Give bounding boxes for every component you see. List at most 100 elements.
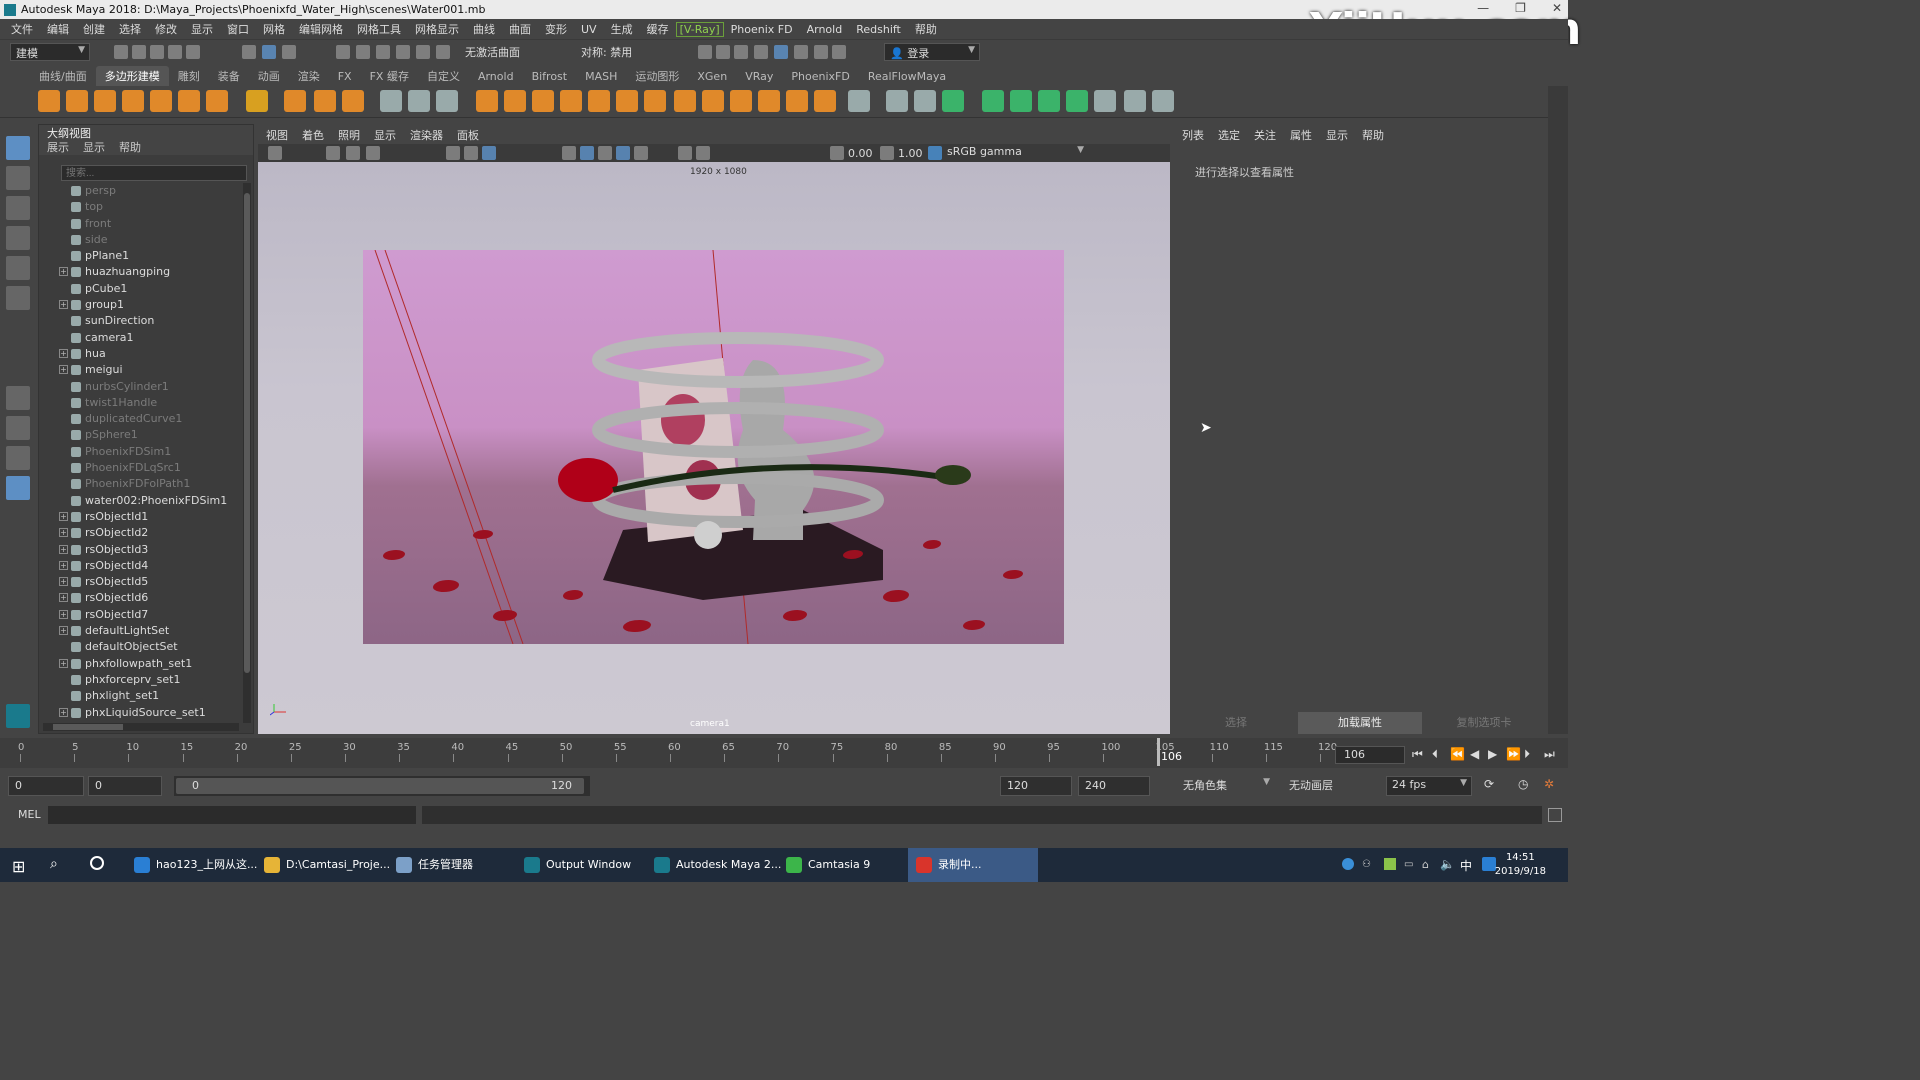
outliner-layout-icon[interactable]	[6, 476, 30, 500]
playback-start-field[interactable]: 0	[88, 776, 162, 796]
attr-menu-selected[interactable]: 选定	[1218, 127, 1240, 142]
svg-icon[interactable]	[342, 90, 364, 112]
snap-view-plane-icon[interactable]	[396, 45, 410, 59]
time-slider[interactable]: 0 5 10 15 20 25 30 35 40 45 50 55 60 65 70 75 80 85 90 95 10…	[0, 738, 1568, 768]
play-backwards-icon[interactable]: ◀	[1470, 747, 1479, 761]
outliner-menu-display[interactable]: 展示	[47, 139, 69, 155]
outliner-item[interactable]: phxforceprv_set1	[39, 672, 245, 688]
cone-icon[interactable]	[122, 90, 144, 112]
target-weld-icon[interactable]	[702, 90, 724, 112]
menu-item[interactable]: Redshift	[849, 23, 908, 36]
open-scene-icon[interactable]	[132, 45, 146, 59]
outliner-item[interactable]: camera1	[39, 330, 245, 346]
shelf-tab[interactable]: MASH	[576, 68, 626, 85]
script-type-label[interactable]: MEL	[18, 808, 41, 821]
render-settings-icon[interactable]	[734, 45, 748, 59]
outliner-menu-help[interactable]: 帮助	[119, 139, 141, 155]
taskbar-app-button[interactable]: Camtasia 9	[778, 848, 902, 882]
outliner-item[interactable]: water002:PhoenixFDSim1	[39, 493, 245, 509]
outliner-item[interactable]: + huazhuangping	[39, 264, 245, 280]
boolean-icon[interactable]	[476, 90, 498, 112]
ipr-render-icon[interactable]	[716, 45, 730, 59]
outliner-horizontal-scrollbar[interactable]	[43, 723, 239, 731]
go-to-end-icon[interactable]: ⏭	[1544, 747, 1555, 762]
snap-curve-icon[interactable]	[356, 45, 370, 59]
expand-icon[interactable]: +	[59, 365, 68, 375]
shelf-tab[interactable]: 多边形建模	[95, 66, 169, 86]
cylinder-icon[interactable]	[94, 90, 116, 112]
taskbar-app-button[interactable]: 任务管理器	[388, 848, 510, 882]
select-tool-icon[interactable]	[6, 136, 30, 160]
torus-icon[interactable]	[150, 90, 172, 112]
menu-item[interactable]: 窗口	[220, 21, 256, 37]
menu-item[interactable]: 网格显示	[408, 21, 466, 37]
outliner-item[interactable]: + phxfollowpath_set1	[39, 656, 245, 672]
slide-icon[interactable]	[914, 90, 936, 112]
outliner-item[interactable]: + rsObjectId5	[39, 574, 245, 590]
fill-hole-icon[interactable]	[588, 90, 610, 112]
quad-draw-icon[interactable]	[848, 90, 870, 112]
attr-menu-list[interactable]: 列表	[1182, 127, 1204, 142]
scene-end-field[interactable]: 240	[1078, 776, 1150, 796]
outliner-item[interactable]: twist1Handle	[39, 395, 245, 411]
shelf-tab[interactable]: 装备	[209, 66, 249, 86]
scene-start-field[interactable]: 0	[8, 776, 84, 796]
outliner-item[interactable]: defaultObjectSet	[39, 639, 245, 655]
bevel-icon[interactable]	[560, 90, 582, 112]
snap-surface-icon[interactable]	[436, 45, 450, 59]
grid-toggle-icon[interactable]	[446, 146, 460, 160]
render-current-frame-icon[interactable]	[698, 45, 712, 59]
tray-app-icon[interactable]	[1342, 858, 1354, 870]
snap-grid-icon[interactable]	[336, 45, 350, 59]
ime-indicator[interactable]: 中	[1460, 857, 1472, 874]
type-icon[interactable]	[314, 90, 336, 112]
viewport-menu-view[interactable]: 视图	[266, 127, 288, 143]
expand-icon[interactable]: +	[59, 528, 68, 538]
outliner-item[interactable]: side	[39, 232, 245, 248]
gamma-value[interactable]: 1.00	[898, 147, 923, 160]
outliner-item[interactable]: nurbsCylinder1	[39, 379, 245, 395]
cortana-icon[interactable]	[90, 856, 104, 870]
disc-icon[interactable]	[206, 90, 228, 112]
shelf-tab[interactable]: 渲染	[289, 66, 329, 86]
anim-layer-dropdown[interactable]: 无动画层	[1284, 776, 1370, 796]
system-clock[interactable]: 14:51 2019/9/18	[1495, 851, 1546, 879]
crease-icon[interactable]	[1152, 90, 1174, 112]
color-management-icon[interactable]	[928, 146, 942, 160]
new-scene-icon[interactable]	[114, 45, 128, 59]
fps-dropdown[interactable]: 24 fps ▼	[1386, 776, 1472, 796]
wireframe-icon[interactable]	[562, 146, 576, 160]
expand-icon[interactable]: +	[59, 511, 68, 521]
vray-render-icon[interactable]	[794, 45, 808, 59]
step-back-key-icon[interactable]: ⏪	[1450, 747, 1465, 761]
command-input[interactable]	[48, 806, 416, 824]
shelf-tab[interactable]: 曲线/曲面	[30, 66, 96, 86]
loop-icon[interactable]: ⟳	[1484, 777, 1494, 791]
menu-item[interactable]: [V-Ray]	[675, 21, 724, 37]
snap-live-icon[interactable]	[416, 45, 430, 59]
shelf-tab[interactable]: Bifrost	[523, 68, 577, 85]
attr-menu-attributes[interactable]: 属性	[1290, 127, 1312, 142]
single-perspective-layout-icon[interactable]	[6, 386, 30, 410]
shelf-tab[interactable]: 雕刻	[169, 66, 209, 86]
connect-icon[interactable]	[758, 90, 780, 112]
go-to-start-icon[interactable]: ⏮	[1412, 747, 1423, 762]
tray-network-icon[interactable]: ⚇	[1362, 859, 1371, 870]
sphere-icon[interactable]	[38, 90, 60, 112]
windows-start-icon[interactable]: ⊞	[12, 857, 25, 876]
sculpt-icon[interactable]	[1124, 90, 1146, 112]
paint-select-tool-icon[interactable]	[6, 196, 30, 220]
menu-item[interactable]: 缓存	[640, 21, 676, 37]
outliner-item[interactable]: top	[39, 199, 245, 215]
range-bar[interactable]: 0 120	[174, 776, 590, 796]
select-button[interactable]: 选择	[1174, 712, 1298, 734]
select-by-hierarchy-icon[interactable]	[242, 45, 256, 59]
outliner-item[interactable]: + rsObjectId2	[39, 525, 245, 541]
transfer-icon[interactable]	[1094, 90, 1116, 112]
side-tab-strip[interactable]	[1548, 86, 1568, 734]
use-all-lights-icon[interactable]	[616, 146, 630, 160]
redo-icon[interactable]	[186, 45, 200, 59]
preferences-icon[interactable]: ✲	[1544, 777, 1554, 791]
step-back-frame-icon[interactable]: ⏴	[1432, 747, 1438, 762]
extrude-icon[interactable]	[504, 90, 526, 112]
